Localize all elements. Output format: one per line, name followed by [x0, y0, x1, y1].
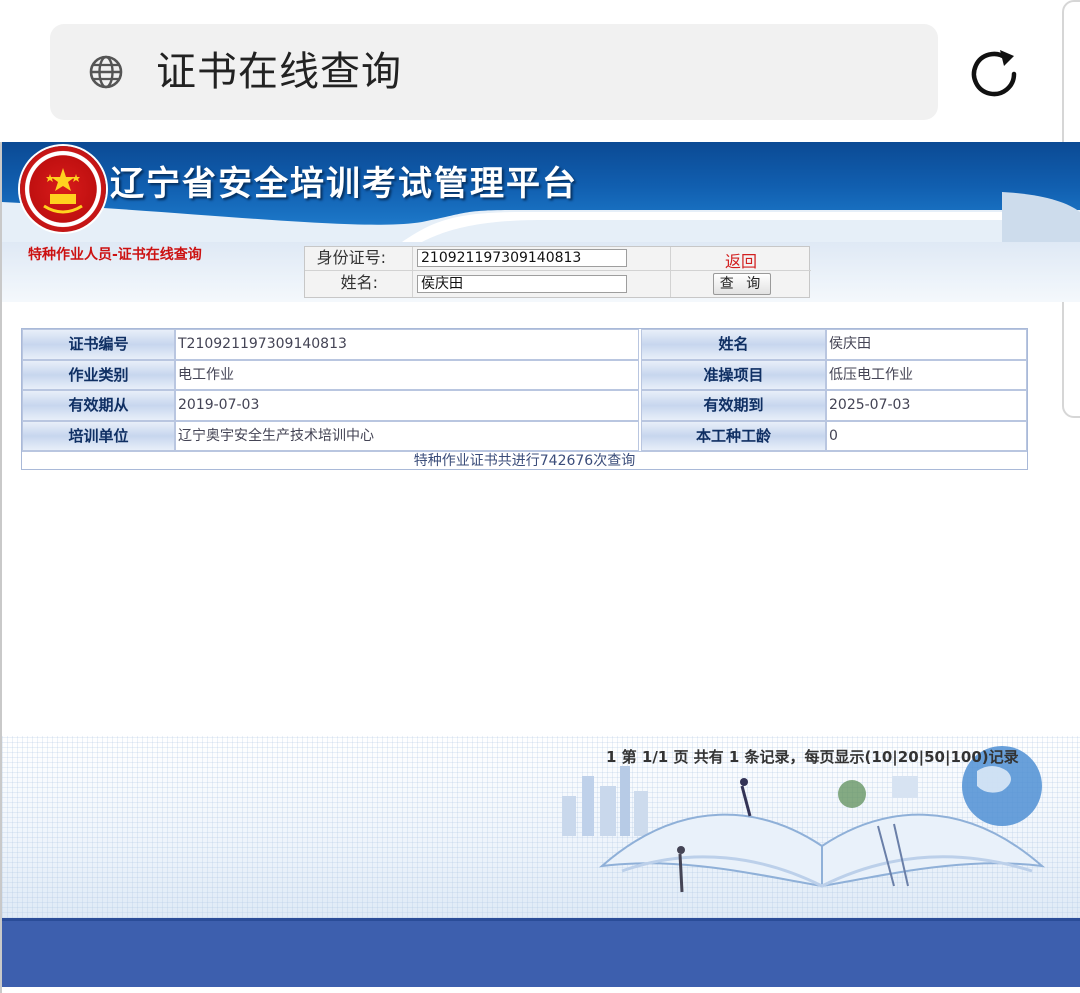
query-cell: 查 询 [671, 271, 811, 297]
value-training-unit: 辽宁奥宇安全生产技术培训中心 [175, 421, 639, 451]
footer-bar [2, 918, 1080, 987]
platform-title: 辽宁省安全培训考试管理平台 [110, 164, 578, 204]
query-count-footer: 特种作业证书共进行742676次查询 [22, 451, 1027, 469]
header-item: 准操项目 [641, 360, 826, 390]
browser-bar: 证书在线查询 [0, 0, 1080, 142]
header-work-age: 本工种工龄 [641, 421, 826, 451]
id-number-input[interactable]: 210921197309140813 [417, 249, 627, 267]
value-work-age: 0 [826, 421, 1027, 451]
header-name: 姓名 [641, 329, 826, 360]
value-cert-no: T210921197309140813 [175, 329, 639, 360]
header-valid-to: 有效期到 [641, 390, 826, 421]
back-cell: 返回 [671, 247, 811, 271]
name-input[interactable]: 侯庆田 [417, 275, 627, 293]
address-bar[interactable]: 证书在线查询 [50, 24, 938, 120]
value-name: 侯庆田 [826, 329, 1027, 360]
query-button[interactable]: 查 询 [713, 273, 771, 295]
name-cell: 侯庆田 [413, 271, 671, 297]
reload-icon[interactable] [966, 44, 1026, 104]
site-banner: 辽宁省安全培训考试管理平台 [2, 142, 1080, 242]
header-valid-from: 有效期从 [22, 390, 175, 421]
page-title-text: 证书在线查询 [156, 49, 402, 95]
pagination-info: 1 第 1/1 页 共有 1 条记录，每页显示(10|20|50|100)记录 [606, 748, 1019, 766]
name-label: 姓名: [305, 271, 413, 297]
back-link[interactable]: 返回 [725, 248, 757, 272]
value-category: 电工作业 [175, 360, 639, 390]
value-valid-to: 2025-07-03 [826, 390, 1027, 421]
header-cert-no: 证书编号 [22, 329, 175, 360]
globe-icon [89, 55, 123, 89]
header-category: 作业类别 [22, 360, 175, 390]
module-title: 特种作业人员-证书在线查询 [28, 247, 202, 263]
id-number-label: 身份证号: [305, 247, 413, 271]
header-training-unit: 培训单位 [22, 421, 175, 451]
state-emblem [20, 146, 106, 232]
value-item: 低压电工作业 [826, 360, 1027, 390]
search-form: 身份证号: 210921197309140813 返回 姓名: 侯庆田 查 询 [304, 246, 811, 298]
id-number-cell: 210921197309140813 [413, 247, 671, 271]
value-valid-from: 2019-07-03 [175, 390, 639, 421]
certificate-result-table: 证书编号 T210921197309140813 姓名 侯庆田 作业类别 电工作… [21, 328, 1028, 470]
